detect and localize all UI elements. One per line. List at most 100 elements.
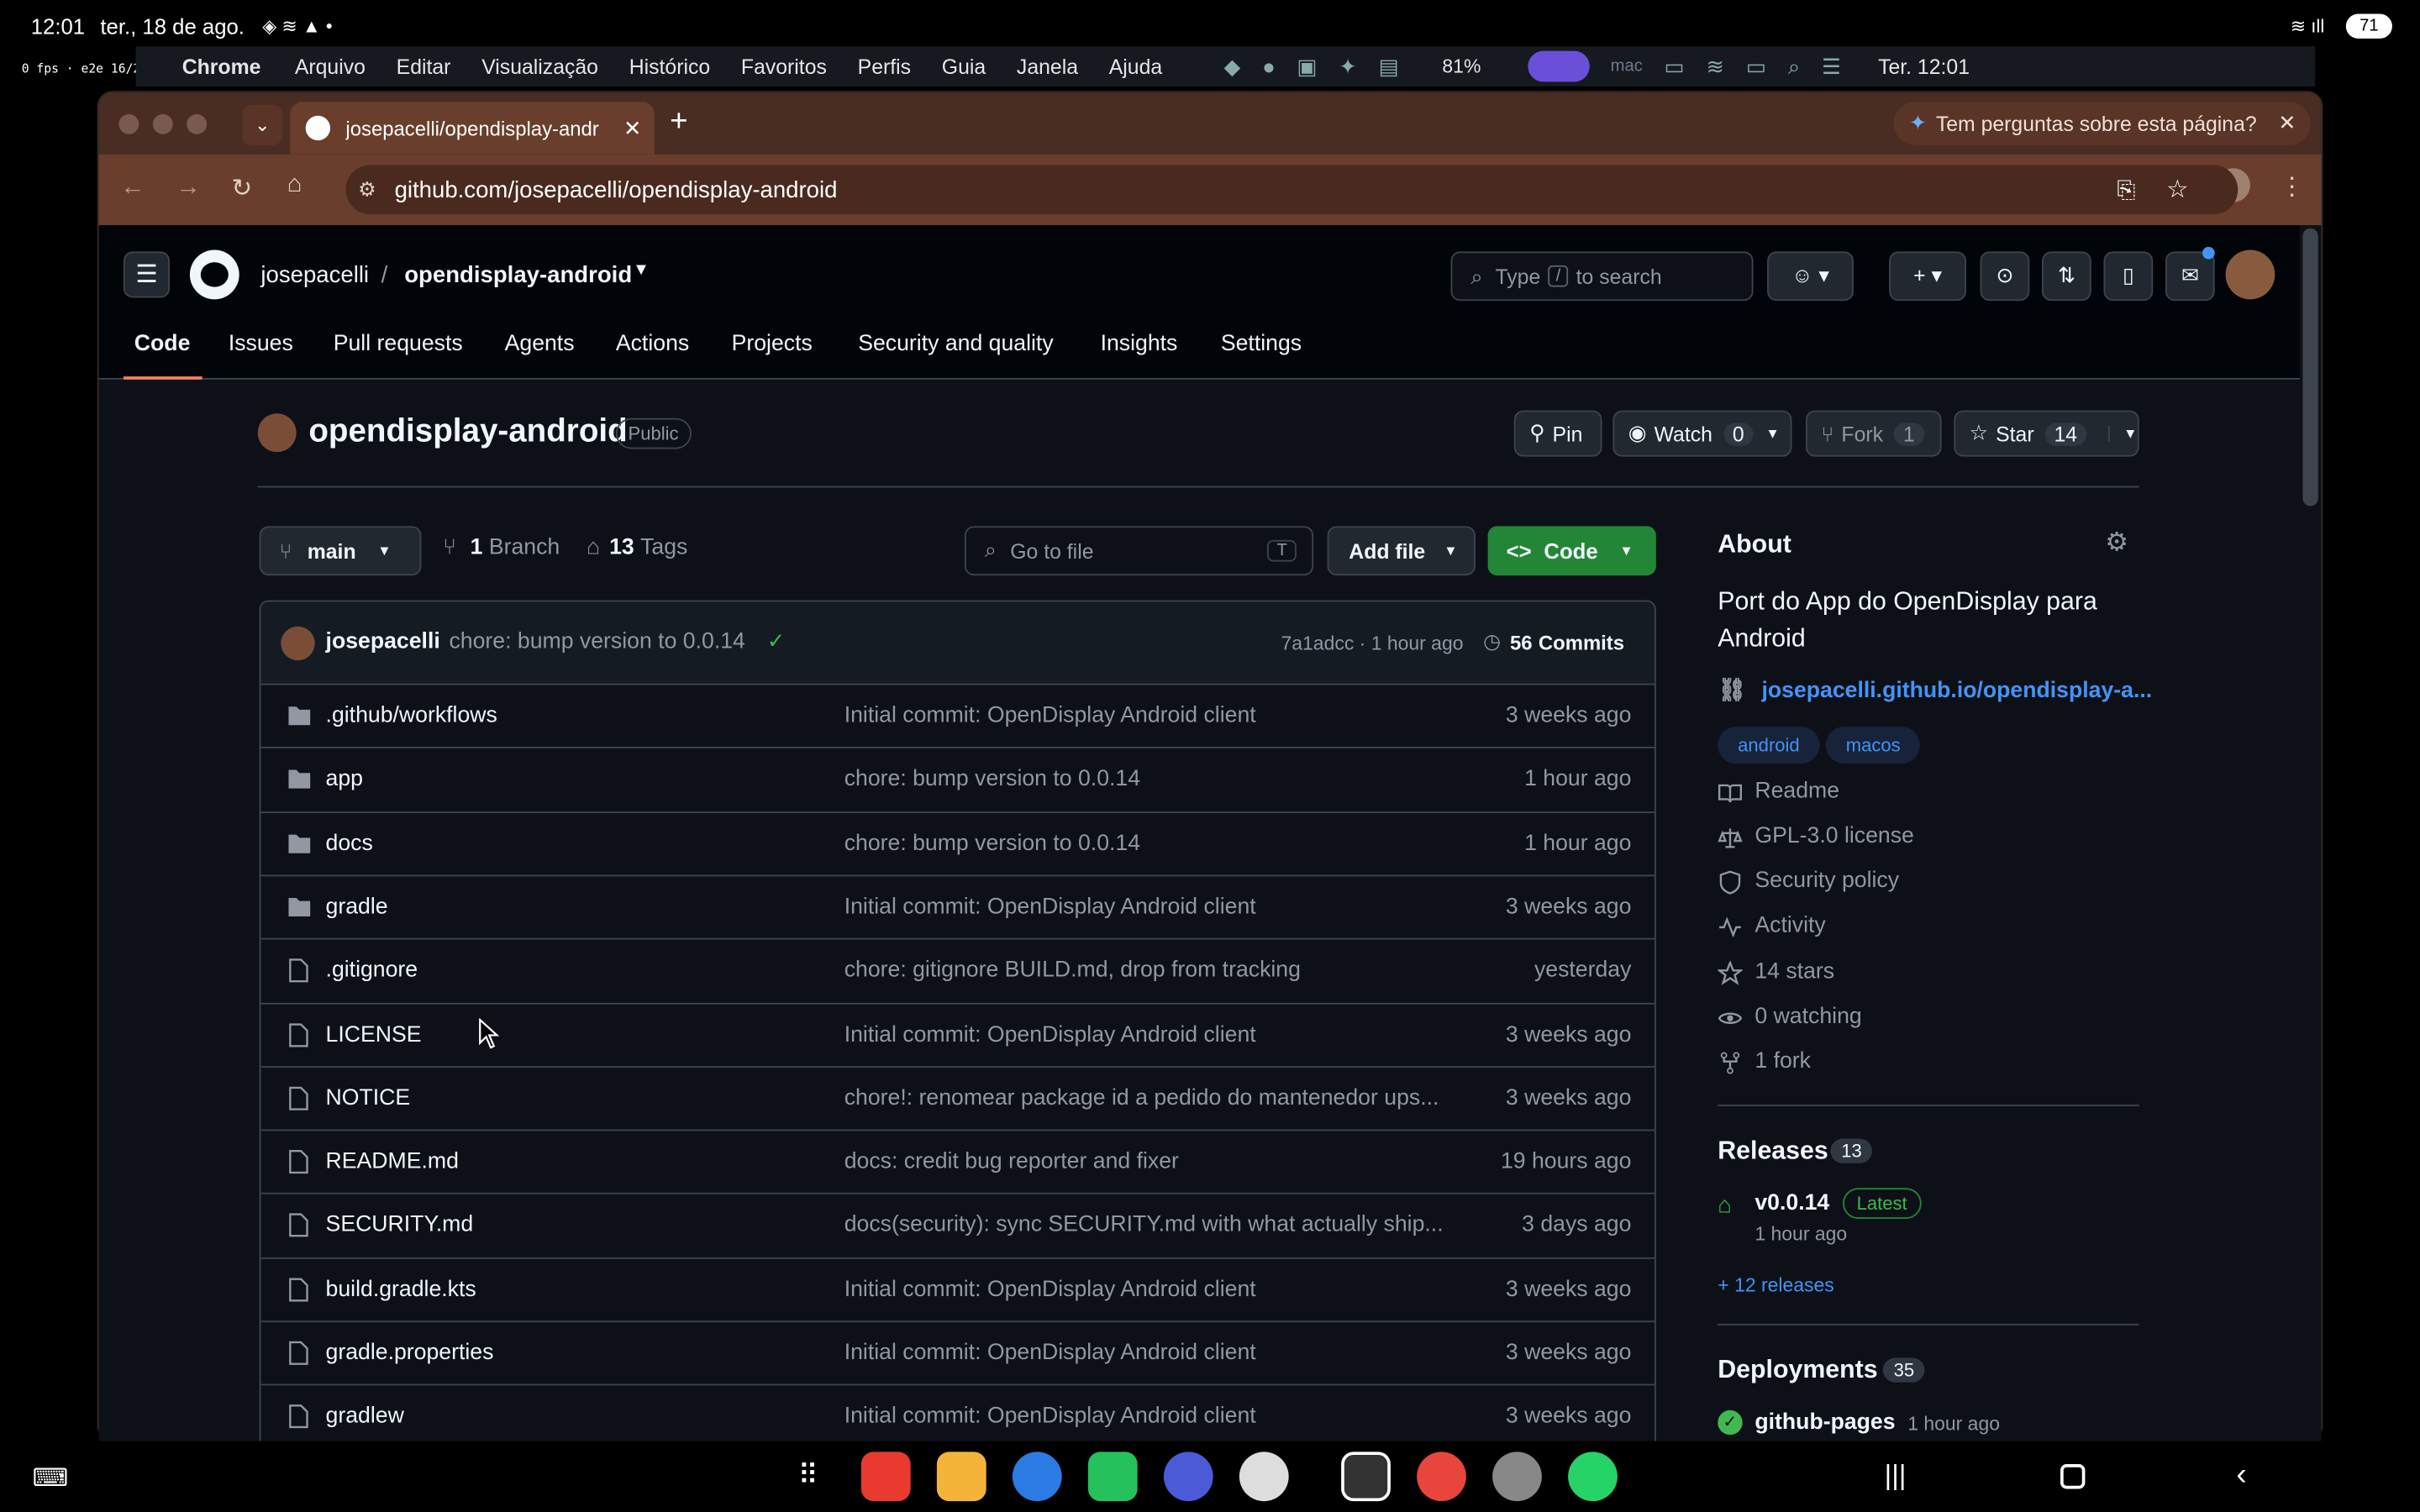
file-row[interactable]: build.gradle.kts Initial commit: OpenDisp… (260, 1257, 1655, 1320)
repo-link[interactable]: opendisplay-android (404, 262, 632, 288)
phone-app-icon[interactable] (1087, 1452, 1138, 1502)
tab-projects[interactable]: Projects (732, 332, 813, 356)
file-name[interactable]: SECURITY.md (326, 1213, 474, 1237)
pin-button[interactable]: ⚲ Pin (1513, 410, 1602, 457)
commit-message[interactable]: chore: bump version to 0.0.14 (449, 629, 744, 654)
owner-link[interactable]: josepacelli (260, 262, 369, 288)
hamburger-menu-icon[interactable]: ☰ (123, 251, 171, 298)
tab-agents[interactable]: Agents (505, 332, 575, 356)
file-commit-message[interactable]: Initial commit: OpenDisplay Android clie… (844, 1341, 1449, 1365)
copilot-button[interactable]: ☺ ▾ (1767, 251, 1854, 302)
file-name[interactable]: gradlew (326, 1404, 404, 1429)
file-row[interactable]: README.md docs: credit bug reporter and f… (260, 1129, 1655, 1194)
file-name[interactable]: app (326, 767, 363, 791)
file-row[interactable]: .gitignore chore: gitignore BUILD.md, dro… (260, 938, 1655, 1002)
address-bar[interactable]: ⚙ github.com/josepacelli/opendisplay-and… (345, 165, 2238, 215)
browser-tab[interactable]: josepacelli/opendisplay-andr ✕ (290, 102, 655, 155)
tab-pull-requests[interactable]: Pull requests (334, 332, 463, 356)
github-logo-icon[interactable] (189, 249, 239, 300)
commit-author[interactable]: josepacelli (326, 629, 440, 654)
menu-item-arquivo[interactable]: Arquivo (295, 55, 366, 78)
file-row[interactable]: SECURITY.md docs(security): sync SECURITY… (260, 1193, 1655, 1257)
release-version[interactable]: v0.0.14 (1754, 1191, 1829, 1215)
reload-icon[interactable]: ↻ (232, 173, 253, 204)
screen-share-icon[interactable] (1527, 50, 1589, 82)
files-app-icon[interactable] (936, 1452, 986, 1502)
file-name[interactable]: docs (326, 831, 373, 855)
code-button[interactable]: <> Code ▼ (1487, 526, 1656, 576)
tab-code[interactable]: Code (134, 332, 191, 356)
camera-app-icon[interactable] (1239, 1452, 1289, 1502)
gallery-app-icon[interactable] (1341, 1452, 1391, 1502)
deployment-env-link[interactable]: github-pages (1754, 1410, 1895, 1435)
fork-button[interactable]: ⑂ Fork 1 (1805, 410, 1942, 457)
create-new-button[interactable]: + ▾ (1889, 251, 1967, 302)
file-commit-message[interactable]: Initial commit: OpenDisplay Android clie… (844, 1022, 1449, 1047)
user-avatar[interactable] (2225, 249, 2275, 300)
file-name[interactable]: build.gradle.kts (326, 1277, 476, 1301)
back-nav-icon[interactable]: ‹ (2236, 1458, 2246, 1494)
menu-item-perfis[interactable]: Perfis (858, 55, 911, 78)
star-dropdown-icon[interactable]: ▼ (2107, 425, 2138, 442)
repo-owner-avatar[interactable] (257, 413, 297, 453)
search-input[interactable]: ⌕ Type / to search (1450, 251, 1754, 302)
repo-title[interactable]: opendisplay-android (308, 413, 627, 450)
install-app-icon[interactable]: ⎘ (2117, 176, 2135, 202)
ask-close-icon[interactable]: ✕ (2278, 111, 2296, 135)
file-commit-message[interactable]: docs: credit bug reporter and fixer (844, 1150, 1449, 1174)
branches-link[interactable]: ⑂ 1 Branch (443, 535, 560, 559)
file-name[interactable]: LICENSE (326, 1022, 422, 1047)
page-scrollbar[interactable] (2302, 228, 2318, 507)
menu-item-guia[interactable]: Guia (942, 55, 986, 78)
file-commit-message[interactable]: chore: gitignore BUILD.md, drop from tra… (844, 958, 1449, 983)
tab-issues[interactable]: Issues (229, 332, 293, 356)
branch-selector[interactable]: ⑂ main ▼ (259, 526, 422, 576)
go-to-file-input[interactable]: ⌕ Go to file T (964, 526, 1314, 576)
menu-item-editar[interactable]: Editar (397, 55, 451, 78)
file-commit-message[interactable]: chore: bump version to 0.0.14 (844, 767, 1449, 791)
whatsapp-app-icon[interactable] (1568, 1452, 1618, 1502)
file-name[interactable]: README.md (326, 1150, 459, 1174)
messages-app-icon[interactable] (1012, 1452, 1062, 1502)
file-row[interactable]: NOTICE chore!: renomear package id a pedi… (260, 1065, 1655, 1130)
home-button-icon[interactable] (2060, 1464, 2086, 1489)
star-button[interactable]: ☆ Star 14 ▼ (1954, 410, 2139, 457)
ask-gemini-chip[interactable]: ✦ Tem perguntas sobre esta página? ✕ (1893, 102, 2311, 145)
minimize-window-button[interactable] (152, 113, 173, 134)
tags-link[interactable]: ⌂ 13 Tags (587, 535, 687, 559)
zoom-window-button[interactable] (187, 113, 208, 134)
file-commit-message[interactable]: Initial commit: OpenDisplay Android clie… (844, 1277, 1449, 1301)
repo-dropdown-icon[interactable]: ▼ (633, 260, 650, 279)
recents-icon[interactable]: ||| (1885, 1460, 1907, 1493)
file-commit-message[interactable]: docs(security): sync SECURITY.md with wh… (844, 1213, 1449, 1237)
file-row[interactable]: app chore: bump version to 0.0.14 1 hour a… (260, 747, 1655, 811)
app-icon-red[interactable] (860, 1452, 911, 1502)
topic-macos[interactable]: macos (1825, 727, 1921, 764)
close-window-button[interactable] (118, 113, 139, 134)
menu-item-visualizacao[interactable]: Visualização (481, 55, 598, 78)
file-row[interactable]: gradlew Initial commit: OpenDisplay Andro… (260, 1384, 1655, 1448)
file-name[interactable]: gradle.properties (326, 1341, 494, 1365)
about-settings-gear-icon[interactable]: ⚙ (2105, 528, 2128, 559)
file-commit-message[interactable]: Initial commit: OpenDisplay Android clie… (844, 1404, 1449, 1429)
file-name[interactable]: NOTICE (326, 1086, 411, 1110)
menu-item-janela[interactable]: Janela (1017, 55, 1078, 78)
pull-requests-icon[interactable]: ⇅ (2042, 251, 2091, 302)
more-releases-link[interactable]: + 12 releases (1718, 1274, 1834, 1296)
check-icon[interactable]: ✓ (767, 628, 786, 654)
file-row[interactable]: docs chore: bump version to 0.0.14 1 hour … (260, 811, 1655, 874)
file-commit-message[interactable]: chore: bump version to 0.0.14 (844, 831, 1449, 855)
tab-close-icon[interactable]: ✕ (623, 115, 642, 141)
forward-icon[interactable]: → (176, 175, 200, 202)
tab-actions[interactable]: Actions (616, 332, 689, 356)
file-row[interactable]: gradle.properties Initial commit: OpenDis… (260, 1320, 1655, 1384)
file-commit-message[interactable]: chore!: renomear package id a pedido do … (844, 1086, 1449, 1110)
file-commit-message[interactable]: Initial commit: OpenDisplay Android clie… (844, 704, 1449, 728)
bookmark-star-icon[interactable]: ☆ (2166, 175, 2188, 206)
file-commit-message[interactable]: Initial commit: OpenDisplay Android clie… (844, 895, 1449, 919)
chrome-app-icon[interactable] (1417, 1452, 1466, 1502)
menu-item-historico[interactable]: Histórico (629, 55, 710, 78)
browser-app-icon[interactable] (1163, 1452, 1213, 1502)
back-icon[interactable]: ← (120, 175, 145, 202)
file-row[interactable]: gradle Initial commit: OpenDisplay Androi… (260, 874, 1655, 938)
